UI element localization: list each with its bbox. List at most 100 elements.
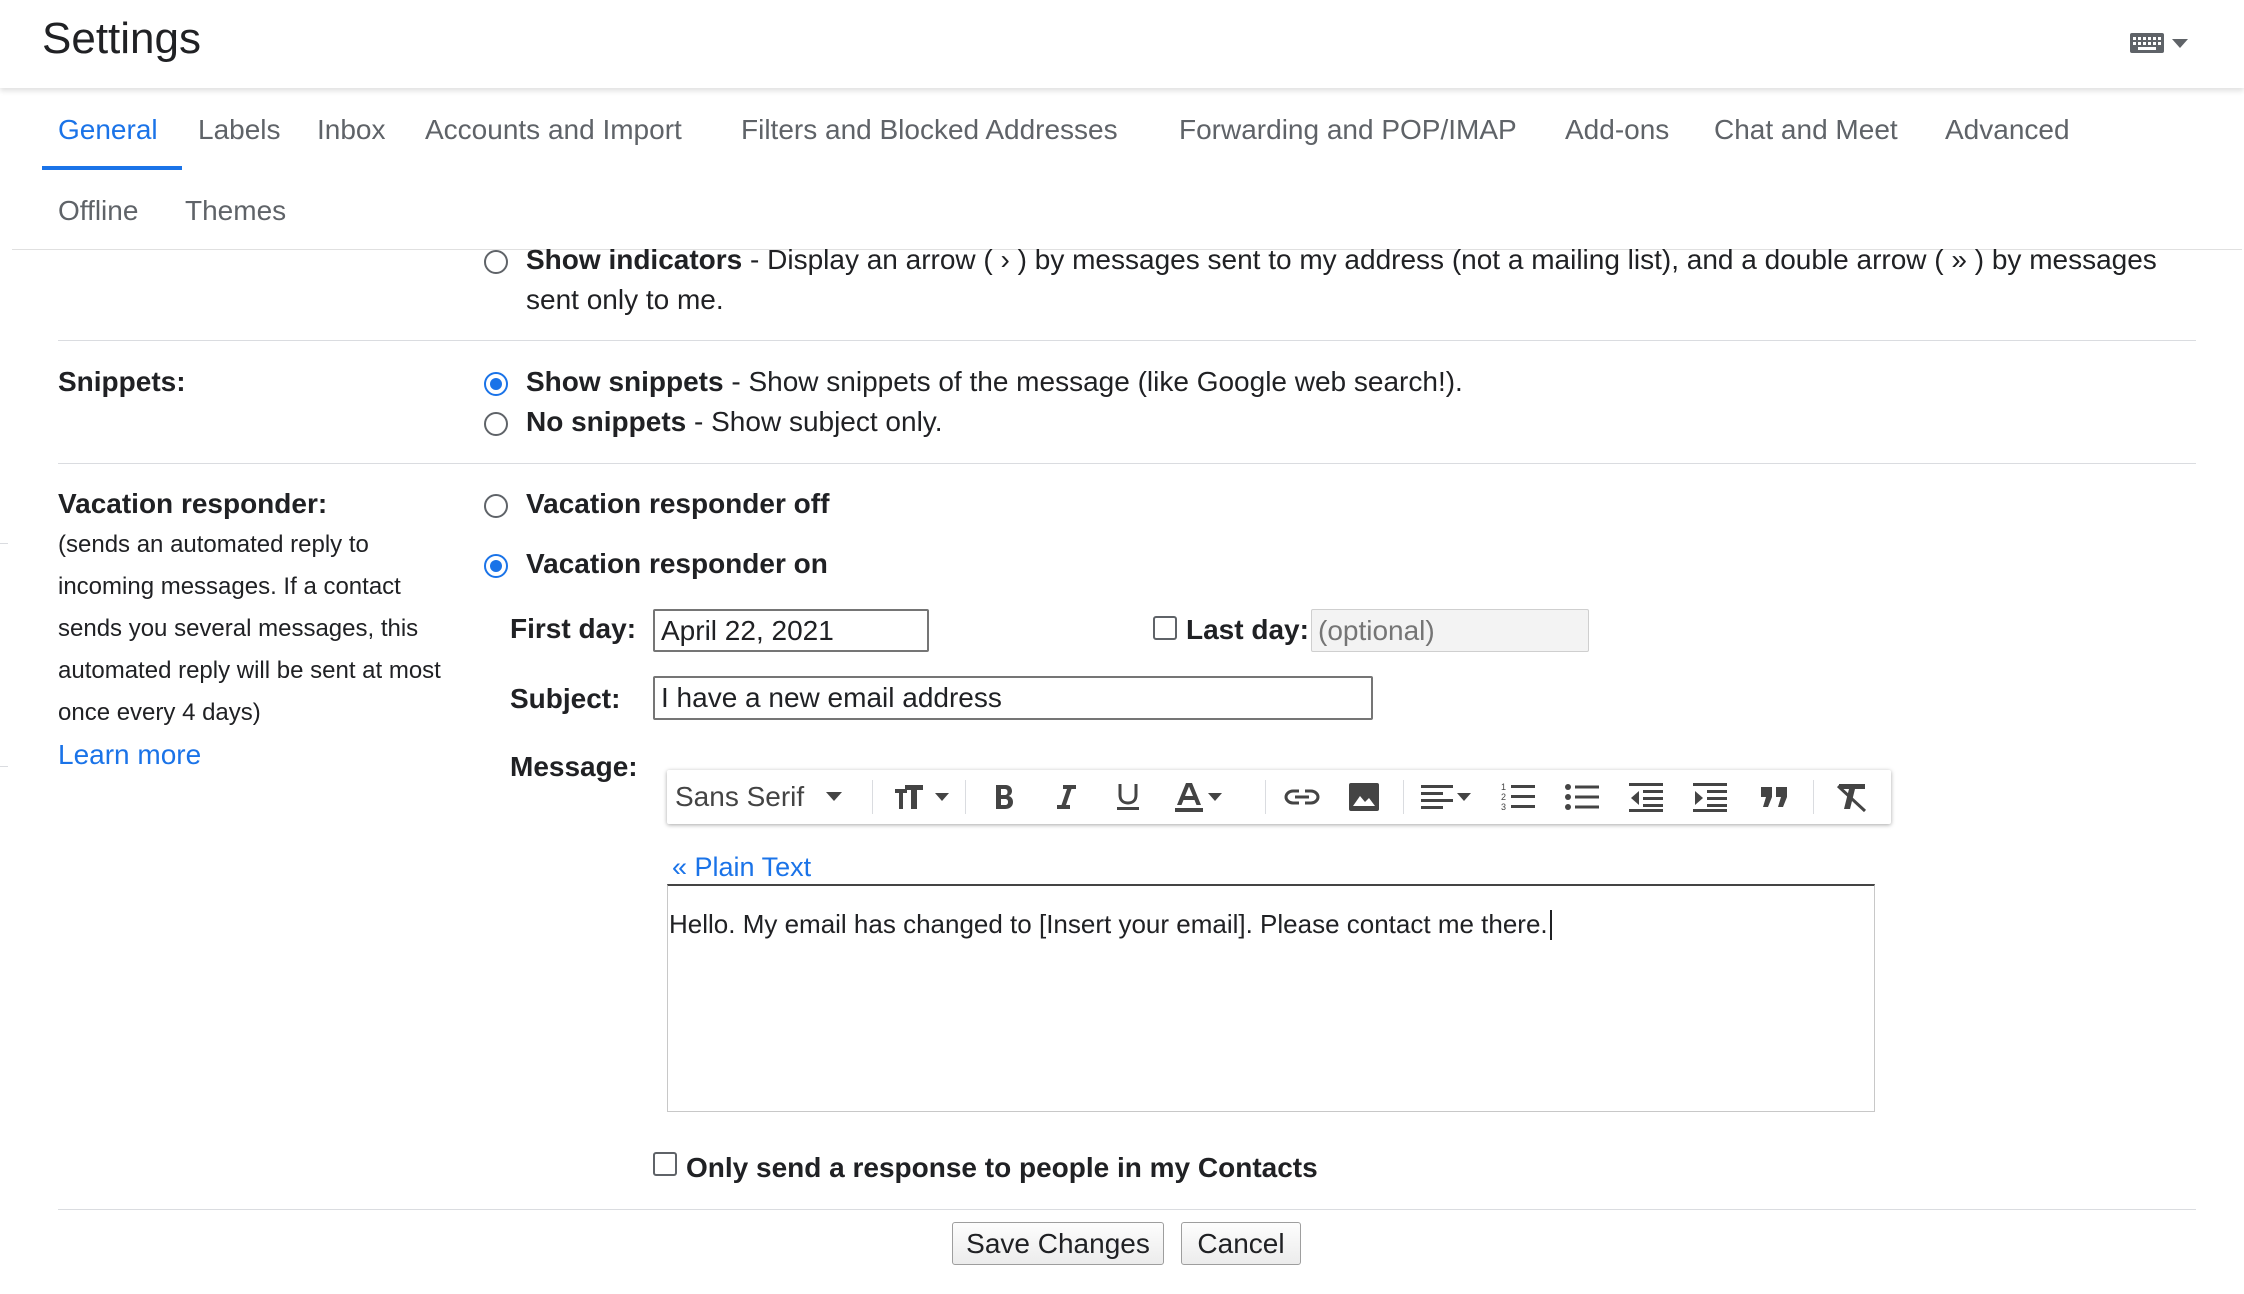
vacation-on-radio[interactable] [484,554,508,578]
underline-button[interactable] [1097,770,1159,824]
no-snippets-desc: - Show subject only. [686,406,943,437]
show-snippets-radio[interactable] [484,372,508,396]
vacation-off-label: Vacation responder off [526,488,830,519]
vacation-desc-line: sends you several messages, this [58,615,419,642]
indent-more-button[interactable] [1679,770,1741,824]
subject-input[interactable] [653,676,1373,720]
tab-themes[interactable]: Themes [185,191,286,231]
tab-add-ons[interactable]: Add-ons [1565,110,1669,150]
insert-image-button[interactable] [1333,770,1395,824]
edge-mark [0,543,8,544]
last-day-input[interactable] [1311,609,1589,652]
vacation-desc-line: (sends an automated reply to [58,531,369,558]
text-cursor [1550,910,1552,940]
quote-button[interactable] [1743,770,1805,824]
indicators-show-desc: - Display an arrow ( › ) by messages sen… [742,244,2157,275]
settings-header: Settings [0,0,2244,88]
contacts-only-checkbox[interactable] [653,1152,677,1176]
indicators-show-desc-2: sent only to me. [526,284,724,315]
show-snippets-desc: - Show snippets of the message (like Goo… [723,366,1463,397]
remove-formatting-button[interactable] [1819,770,1885,824]
last-day-label: Last day: [1186,614,1309,645]
first-day-input[interactable] [653,609,929,652]
font-family-select[interactable]: Sans Serif [675,770,865,824]
tab-advanced[interactable]: Advanced [1945,110,2070,150]
toolbar-divider [1265,780,1266,814]
toolbar-divider [872,780,873,814]
formatting-toolbar: Sans Serif 123 [667,770,1891,824]
numbered-list-button[interactable]: 123 [1487,770,1549,824]
indent-less-button[interactable] [1615,770,1677,824]
tab-forwarding-pop-imap[interactable]: Forwarding and POP/IMAP [1179,110,1517,150]
plain-text-link[interactable]: « Plain Text [672,847,811,887]
chevron-down-icon [935,792,949,802]
snippets-label: Snippets: [58,366,186,397]
vacation-off-radio[interactable] [484,494,508,518]
remove-formatting-icon [1835,781,1869,813]
vacation-on-label: Vacation responder on [526,548,828,579]
text-color-button[interactable] [1161,770,1235,824]
numbered-list-icon: 123 [1501,781,1535,813]
cancel-button[interactable]: Cancel [1181,1222,1301,1265]
svg-text:3: 3 [1501,802,1506,812]
section-divider [58,1209,2196,1210]
tab-labels[interactable]: Labels [198,110,281,150]
indicators-show-title: Show indicators [526,244,743,275]
edge-mark [0,766,8,767]
no-snippets-title: No snippets [526,406,687,437]
bulleted-list-button[interactable] [1551,770,1613,824]
bold-icon [992,783,1016,811]
show-snippets-label: Show snippets - Show snippets of the mes… [526,362,1463,402]
indicators-show-radio[interactable] [484,250,508,274]
indent-less-icon [1629,782,1663,812]
input-tools-button[interactable] [2130,30,2200,60]
underline-icon [1114,782,1142,812]
tab-chat-and-meet[interactable]: Chat and Meet [1714,110,1898,150]
chevron-down-icon [826,792,843,802]
svg-text:2: 2 [1501,792,1506,802]
align-button[interactable] [1409,770,1483,824]
learn-more-link[interactable]: Learn more [58,735,201,775]
bold-button[interactable] [973,770,1035,824]
italic-icon [1054,783,1078,811]
vacation-responder-label: Vacation responder: [58,488,328,519]
section-divider [58,340,2196,341]
tab-general[interactable]: General [58,110,158,150]
keyboard-icon [2130,32,2164,58]
active-tab-indicator [42,166,182,170]
indent-more-icon [1693,782,1727,812]
image-icon [1348,782,1380,812]
align-left-icon [1421,783,1453,811]
message-label: Message: [510,751,638,782]
section-divider [58,463,2196,464]
link-icon [1283,787,1321,807]
no-snippets-label: No snippets - Show subject only. [526,402,943,442]
message-body: Hello. My email has changed to [Insert y… [669,909,1548,939]
tab-filters-and-blocked-addresses[interactable]: Filters and Blocked Addresses [741,110,1118,150]
font-size-button[interactable] [885,770,957,824]
vacation-desc-line: once every 4 days) [58,699,261,726]
tab-offline[interactable]: Offline [58,191,138,231]
page-title: Settings [42,14,201,63]
chevron-down-icon [2172,36,2188,54]
no-snippets-radio[interactable] [484,412,508,436]
save-changes-button[interactable]: Save Changes [952,1222,1164,1265]
bulleted-list-icon [1565,782,1599,812]
svg-text:1: 1 [1501,782,1506,792]
toolbar-divider [965,780,966,814]
text-size-icon [893,783,929,811]
tab-inbox[interactable]: Inbox [317,110,386,150]
chevron-down-icon [1457,792,1471,802]
insert-link-button[interactable] [1271,770,1333,824]
chevron-down-icon [1208,792,1222,802]
tab-accounts-and-import[interactable]: Accounts and Import [425,110,682,150]
last-day-checkbox[interactable] [1153,616,1177,640]
vacation-desc-line: automated reply will be sent at most [58,657,441,684]
italic-button[interactable] [1035,770,1097,824]
show-snippets-title: Show snippets [526,366,724,397]
text-color-icon [1174,781,1204,813]
toolbar-divider [1403,780,1404,814]
first-day-label: First day: [510,613,637,644]
font-family-value: Sans Serif [675,781,805,812]
subject-label: Subject: [510,683,621,714]
